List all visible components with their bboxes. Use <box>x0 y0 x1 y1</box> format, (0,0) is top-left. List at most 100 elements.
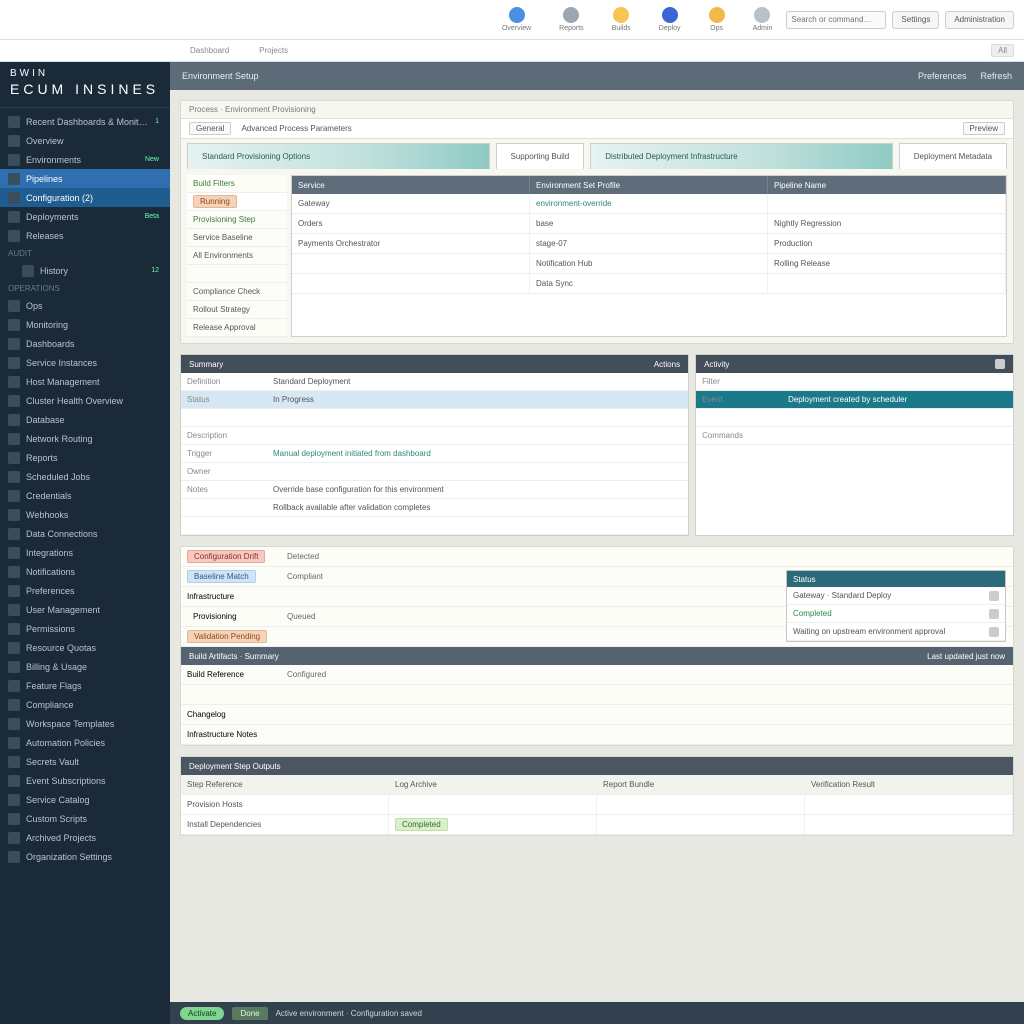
sidebar-item-32[interactable]: Workspace Templates <box>0 714 170 733</box>
gh-pipeline[interactable]: Pipeline Name <box>768 176 1006 194</box>
sidebar-item-15[interactable]: Cluster Health Overview <box>0 391 170 410</box>
sidebar-item-3[interactable]: Pipelines <box>0 169 170 188</box>
section-bar: Environment Setup Preferences Refresh <box>170 62 1024 90</box>
sidebar-item-31[interactable]: Compliance <box>0 695 170 714</box>
sidebar-item-33[interactable]: Automation Policies <box>0 733 170 752</box>
sidebar-item-26[interactable]: User Management <box>0 600 170 619</box>
footer: Activate Done Active environment · Confi… <box>170 1002 1024 1024</box>
out-r2c2 <box>597 815 805 834</box>
toolbar-preview[interactable]: Preview <box>963 122 1005 135</box>
table-row[interactable]: Gatewayenvironment-override <box>292 194 1006 214</box>
footer-done-button[interactable]: Done <box>232 1007 267 1020</box>
sidebar-item-0[interactable]: Recent Dashboards & Monitoring1 <box>0 112 170 131</box>
sidebar-item-4[interactable]: Configuration (2) <box>0 188 170 207</box>
toolbar-general[interactable]: General <box>189 122 231 135</box>
filter-side-approval[interactable]: Release Approval <box>187 319 287 337</box>
detail-key: Infrastructure Notes <box>181 725 281 744</box>
crumb-badge[interactable]: All <box>991 44 1014 57</box>
filter-side-allenv[interactable]: All Environments <box>187 247 287 265</box>
filter-side-baseline[interactable]: Service Baseline <box>187 229 287 247</box>
gh-envprofile[interactable]: Environment Set Profile <box>530 176 768 194</box>
sidebar-item-20[interactable]: Credentials <box>0 486 170 505</box>
sidebar-item-16[interactable]: Database <box>0 410 170 429</box>
sidebar-item-6[interactable]: Releases <box>0 226 170 245</box>
mini-row[interactable]: Completed <box>787 605 1005 623</box>
sidebar-item-10[interactable]: Ops <box>0 296 170 315</box>
filter-side-provisioning[interactable]: Provisioning Step <box>187 211 287 229</box>
gh-service[interactable]: Service <box>292 176 530 194</box>
sidebar-item-5[interactable]: DeploymentsBeta <box>0 207 170 226</box>
sidebar-item-badge: New <box>142 156 162 163</box>
sidebar-item-28[interactable]: Resource Quotas <box>0 638 170 657</box>
detail-chip[interactable]: Provisioning <box>187 611 243 622</box>
sidebar-item-21[interactable]: Webhooks <box>0 505 170 524</box>
sidebar-item-icon <box>8 154 20 166</box>
detail-chip[interactable]: Configuration Drift <box>187 550 265 563</box>
sidebar-item-11[interactable]: Monitoring <box>0 315 170 334</box>
table-row[interactable]: Data Sync <box>292 274 1006 294</box>
panel-activity-menu-icon[interactable] <box>995 359 1005 369</box>
footer-activate-button[interactable]: Activate <box>180 1007 224 1020</box>
tab-deploy-metadata[interactable]: Deployment Metadata <box>899 143 1007 169</box>
activity-key: Event <box>702 395 782 404</box>
top-icon-ops[interactable]: Ops <box>709 7 725 32</box>
top-pill-settings[interactable]: Settings <box>892 11 939 29</box>
mini-row[interactable]: Waiting on upstream environment approval <box>787 623 1005 641</box>
detail-chip[interactable]: Validation Pending <box>187 630 267 643</box>
top-icon-label: Deploy <box>659 25 681 32</box>
sidebar-item-2[interactable]: EnvironmentsNew <box>0 150 170 169</box>
section-action-refresh[interactable]: Refresh <box>980 71 1012 81</box>
crumb-0[interactable]: Dashboard <box>190 46 229 55</box>
sidebar-item-17[interactable]: Network Routing <box>0 429 170 448</box>
table-row[interactable]: OrdersbaseNightly Regression <box>292 214 1006 234</box>
sidebar-item-18[interactable]: Reports <box>0 448 170 467</box>
top-icon-admin[interactable]: Admin <box>753 7 773 32</box>
mini-row-label: Waiting on upstream environment approval <box>793 627 983 636</box>
mini-row[interactable]: Gateway · Standard Deploy <box>787 587 1005 605</box>
top-icon-builds[interactable]: Builds <box>612 7 631 32</box>
sidebar-item-1[interactable]: Overview <box>0 131 170 150</box>
section-action-prefs[interactable]: Preferences <box>918 71 967 81</box>
tab-supporting-build[interactable]: Supporting Build <box>496 143 585 169</box>
top-icon-deploy[interactable]: Deploy <box>659 7 681 32</box>
out-h2[interactable]: Report Bundle <box>597 775 805 794</box>
top-pill-admin[interactable]: Administration <box>945 11 1014 29</box>
chip-running[interactable]: Running <box>193 195 237 208</box>
out-h1[interactable]: Log Archive <box>389 775 597 794</box>
sidebar-item-19[interactable]: Scheduled Jobs <box>0 467 170 486</box>
sidebar-item-34[interactable]: Secrets Vault <box>0 752 170 771</box>
sidebar-item-38[interactable]: Archived Projects <box>0 828 170 847</box>
global-search-input[interactable] <box>786 11 886 29</box>
sidebar-item-37[interactable]: Custom Scripts <box>0 809 170 828</box>
sidebar-item-35[interactable]: Event Subscriptions <box>0 771 170 790</box>
sidebar-item-14[interactable]: Host Management <box>0 372 170 391</box>
sidebar-item-30[interactable]: Feature Flags <box>0 676 170 695</box>
sidebar-item-13[interactable]: Service Instances <box>0 353 170 372</box>
panel-summary-actions[interactable]: Actions <box>654 360 680 369</box>
sidebar-item-24[interactable]: Notifications <box>0 562 170 581</box>
sidebar-item-29[interactable]: Billing & Usage <box>0 657 170 676</box>
table-row[interactable]: Notification HubRolling Release <box>292 254 1006 274</box>
out-h3[interactable]: Verification Result <box>805 775 1013 794</box>
sidebar-item-23[interactable]: Integrations <box>0 543 170 562</box>
top-icon-overview[interactable]: Overview <box>502 7 531 32</box>
tab-distributed-infra[interactable]: Distributed Deployment Infrastructure <box>590 143 893 169</box>
card-toolbar: General Advanced Process Parameters Prev… <box>181 119 1013 139</box>
crumb-1[interactable]: Projects <box>259 46 288 55</box>
tab-provisioning-options[interactable]: Standard Provisioning Options <box>187 143 490 169</box>
sidebar-item-36[interactable]: Service Catalog <box>0 790 170 809</box>
table-row[interactable]: Payments Orchestratorstage-07Production <box>292 234 1006 254</box>
filter-side-rollout[interactable]: Rollout Strategy <box>187 301 287 319</box>
summary-row: Owner <box>181 463 688 481</box>
toolbar-advanced[interactable]: Advanced Process Parameters <box>241 124 351 133</box>
sidebar-item-27[interactable]: Permissions <box>0 619 170 638</box>
sidebar-item-22[interactable]: Data Connections <box>0 524 170 543</box>
sidebar-item-39[interactable]: Organization Settings <box>0 847 170 866</box>
sidebar-item-25[interactable]: Preferences <box>0 581 170 600</box>
sidebar-item-12[interactable]: Dashboards <box>0 334 170 353</box>
detail-chip[interactable]: Baseline Match <box>187 570 256 583</box>
top-icon-reports[interactable]: Reports <box>559 7 584 32</box>
sidebar-item-8[interactable]: History12 <box>0 261 170 280</box>
filter-side-compliance[interactable]: Compliance Check <box>187 283 287 301</box>
out-h0[interactable]: Step Reference <box>181 775 389 794</box>
